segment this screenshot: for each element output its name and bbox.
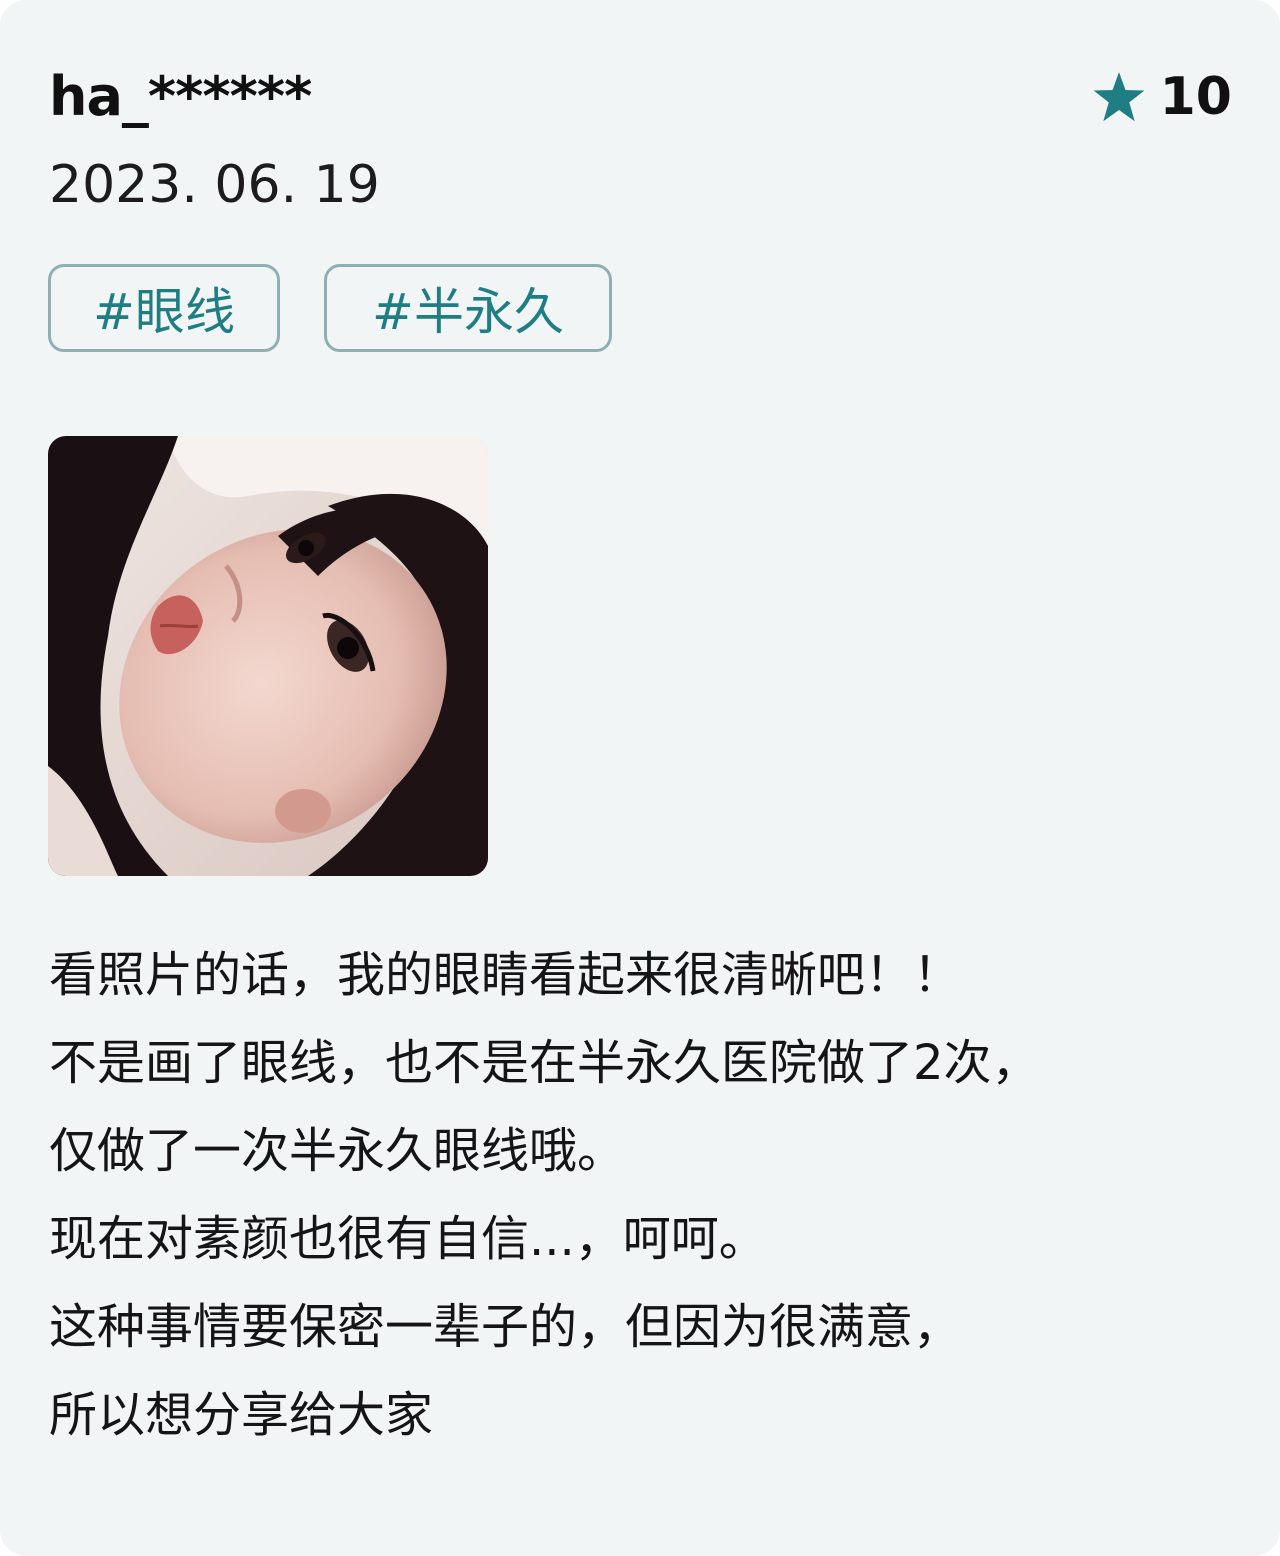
review-line: 仅做了一次半永久眼线哦。 xyxy=(49,1123,626,1179)
star-icon xyxy=(1093,72,1145,122)
review-line: 这种事情要保密一辈子的，但因为很满意， xyxy=(49,1299,962,1355)
reviewer-username: ha_****** xyxy=(49,65,312,128)
review-text: 看照片的话，我的眼睛看起来很清晰吧！！ 不是画了眼线，也不是在半永久医院做了2次… xyxy=(49,931,1239,1459)
review-line: 所以想分享给大家 xyxy=(49,1387,434,1443)
review-line: 看照片的话，我的眼睛看起来很清晰吧！！ xyxy=(49,947,962,1003)
tag-list: #眼线 #半永久 xyxy=(48,264,612,352)
review-line: 不是画了眼线，也不是在半永久医院做了2次， xyxy=(49,1035,1040,1091)
review-line: 现在对素颜也很有自信...，呵呵。 xyxy=(49,1211,767,1267)
tag-semi-permanent[interactable]: #半永久 xyxy=(324,264,612,352)
rating: 10 xyxy=(1092,62,1232,132)
review-card: ha_****** 10 2023. 06. 19 #眼线 #半永久 看照片的话… xyxy=(0,0,1280,1556)
tag-eyeliner[interactable]: #眼线 xyxy=(48,264,280,352)
face-photo xyxy=(48,436,488,876)
review-date: 2023. 06. 19 xyxy=(49,155,380,215)
rating-value: 10 xyxy=(1159,67,1232,127)
review-photo[interactable] xyxy=(48,436,488,876)
